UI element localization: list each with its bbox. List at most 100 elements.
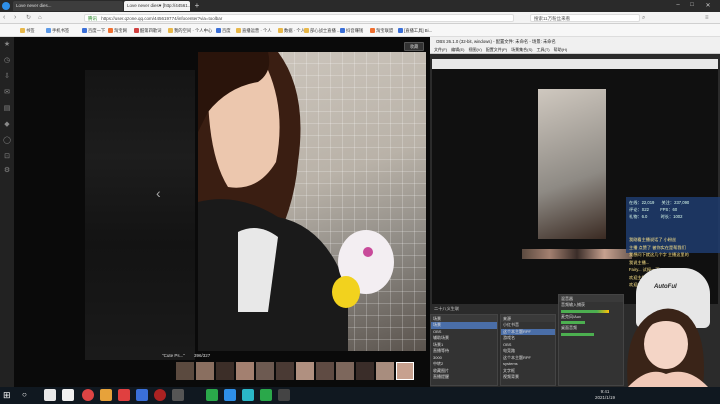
obs-menu-item[interactable]: 编辑(E) [451,47,464,52]
browser-tab-bar: Love never dies... Love never dies♥ [htt… [0,0,720,12]
sources-header: 来源 [501,315,555,322]
notes-icon[interactable]: ▤ [3,105,11,113]
obs-menu-item[interactable]: 工具(T) [536,47,549,52]
game-icon[interactable]: ◆ [3,121,11,129]
obs-menu-item[interactable]: 视图(V) [468,47,481,52]
taskbar-app-icon[interactable] [154,389,166,401]
browser-logo-icon [2,2,10,10]
stat-likes: 关注：237,090 [661,200,690,205]
refresh-icon[interactable]: ↻ [26,14,34,22]
search-taskbar-icon[interactable]: ○ [22,390,32,400]
stat-gifts: 礼物：6.0 [629,214,648,219]
obs-menu-item[interactable]: 帮助(H) [554,47,568,52]
collect-button[interactable]: 收藏 [404,42,424,51]
streamer-webcam [608,296,720,387]
prev-photo-icon[interactable]: ‹ [156,185,166,201]
bookmark-item[interactable]: 直播运营 · 个人 [236,26,272,35]
stat-comments: 评论：S22 [629,207,650,212]
bookmark-item[interactable]: 百度一下 [82,26,105,35]
thumbnail[interactable] [256,362,274,380]
bookmark-item[interactable]: 我的空间 · 个人中心 [168,26,212,35]
obs-menu-item[interactable]: 场景集合(S) [511,47,532,52]
mail-icon[interactable]: ✉ [3,89,11,97]
menu-icon[interactable]: ≡ [705,14,713,22]
taskbar-app-icon[interactable] [62,389,74,401]
taskbar-app-icon[interactable] [82,389,94,401]
search-field[interactable]: 搜索11万粉丝来看 [530,14,640,22]
thumbnail[interactable] [176,362,194,380]
thumbnail[interactable] [396,362,414,380]
window-maximize-icon[interactable]: □ [686,2,698,10]
thumbnail-strip [176,362,430,382]
scenes-header: 场景 [431,315,497,322]
back-icon[interactable]: ‹ [3,14,11,22]
bookmark-item[interactable]: 淘宝联盟 [370,26,393,35]
preview-photo-strip [522,249,632,259]
download-icon[interactable]: ⇩ [3,73,11,81]
bookmark-item[interactable]: 手机书签 [46,26,69,35]
source-item[interactable]: 视频背景 [501,374,555,381]
favorites-icon[interactable]: ★ [3,41,11,49]
thumbnail[interactable] [236,362,254,380]
chat-message: 我刚看主播说话了 小粉丝 [629,237,677,242]
scenes-panel: 场景 场景 OBS 辅助场景 场景1 直播等待 3000 中转2 收藏图片 直播… [430,314,498,386]
taskbar-app-icon[interactable] [118,389,130,401]
thumbnail[interactable] [376,362,394,380]
bookmark-item[interactable]: 数据 · 个人 [278,26,305,35]
preview-photo [538,89,606,239]
taskbar-clock[interactable]: 9:41 2021/1/19 [590,389,620,402]
sources-panel: 来源 小红书音 这个本主题RPF 游戏名 OBS 电竞路 这个本主题RPF sy… [500,314,556,386]
browser-tab-1[interactable]: Love never dies... [13,1,123,11]
obs-title: OBS 26.1.0 (32-bit, windows) - 配置文件: 未命名… [430,37,720,46]
bookmark-item[interactable]: 抖音赚钱 [340,26,363,35]
obs-menu-bar: 文件(F) 编辑(E) 视图(V) 配置文件(P) 场景集合(S) 工具(T) 帮助(H) [430,46,720,54]
thumbnail[interactable] [336,362,354,380]
cart-icon[interactable]: ⊡ [3,153,11,161]
taskbar-app-icon[interactable] [100,389,112,401]
window-close-icon[interactable]: ✕ [702,2,714,10]
thumbnail[interactable] [196,362,214,380]
bookmark-item[interactable]: 百度 [216,26,231,35]
stat-fps: FPS：60 [660,207,678,212]
taskbar-app-icon[interactable] [260,389,272,401]
chat-icon[interactable]: ◯ [3,137,11,145]
obs-source-label: 二十八义生联 [434,306,460,311]
obs-menu-item[interactable]: 文件(F) [434,47,447,52]
url-field[interactable]: 腾讯 https://user.qzone.qq.com/445619774/i… [84,14,514,22]
obs-menu-item[interactable]: 配置文件(P) [486,47,507,52]
browser-tab-2[interactable]: Love never dies♥ [http://44561... [124,1,190,11]
thumbnail[interactable] [276,362,294,380]
new-tab-button[interactable]: + [192,1,202,11]
taskbar-app-icon[interactable] [278,389,290,401]
bookmark-item[interactable]: [直播工具] Bi... [398,26,432,35]
start-icon[interactable]: ⊞ [3,390,13,400]
taskbar-app-icon[interactable] [242,389,254,401]
bookmark-item[interactable]: 部心战士直播 ... [304,26,341,35]
taskbar-app-icon[interactable] [172,389,184,401]
settings-icon[interactable]: ⚙ [3,167,11,175]
scene-item[interactable]: 直播提醒 [431,374,497,381]
url-prefix: 腾讯 [88,16,97,21]
window-minimize-icon[interactable]: – [672,2,684,10]
chat-message: 我想问下就这几个字 主播这里的 [629,252,689,257]
bookmark-item[interactable]: 淘宝网 [108,26,127,35]
home-icon[interactable]: ⌂ [38,14,46,22]
thumbnail[interactable] [316,362,334,380]
preview-browser-frame [432,59,718,69]
bookmark-item[interactable]: 书签 [20,26,35,35]
thumbnail[interactable] [296,362,314,380]
bookmark-item[interactable]: 酷第四歌词 [134,26,161,35]
thumbnail[interactable] [356,362,374,380]
stat-time: 时长：1002 [660,214,683,219]
history-icon[interactable]: ◷ [3,57,11,65]
photo-caption: "Cute Ps..." [162,353,185,358]
bookmarks-bar: 书签 手机书签 百度一下 淘宝网 酷第四歌词 我的空间 · 个人中心 百度 直播… [0,24,720,37]
thumbnail[interactable] [216,362,234,380]
forward-icon[interactable]: › [14,14,22,22]
photo-subject [198,52,394,351]
taskbar-app-icon[interactable] [136,389,148,401]
taskbar-app-icon[interactable] [206,389,218,401]
taskbar-app-icon[interactable] [224,389,236,401]
search-icon[interactable]: ⌕ [642,14,650,22]
taskbar-app-icon[interactable] [44,389,56,401]
